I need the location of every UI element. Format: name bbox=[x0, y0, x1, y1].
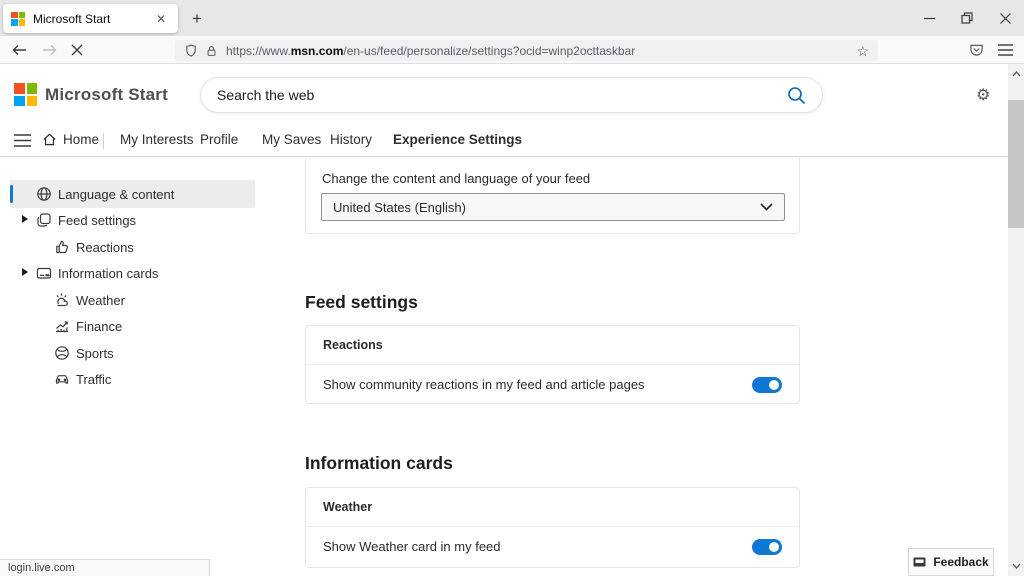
browser-menu-icon[interactable] bbox=[996, 41, 1014, 59]
pocket-icon[interactable] bbox=[967, 41, 985, 59]
scroll-up-icon[interactable] bbox=[1008, 66, 1024, 82]
status-bar-link: login.live.com bbox=[0, 559, 210, 576]
restore-button[interactable] bbox=[948, 0, 986, 36]
sidebar-item-traffic[interactable]: Traffic bbox=[10, 365, 255, 393]
globe-icon bbox=[36, 186, 52, 202]
tab-close-icon[interactable]: ✕ bbox=[152, 10, 170, 28]
weather-icon bbox=[54, 292, 70, 308]
reactions-toggle[interactable] bbox=[752, 376, 782, 393]
new-tab-button[interactable]: + bbox=[186, 8, 208, 30]
bookmark-star-icon[interactable]: ☆ bbox=[856, 44, 869, 58]
finance-icon bbox=[54, 318, 70, 334]
nav-item-profile[interactable]: Profile bbox=[200, 132, 238, 147]
msn-navigation: Home My Interests Profile My Saves Histo… bbox=[0, 125, 1008, 157]
page-scrollbar[interactable] bbox=[1008, 64, 1024, 576]
traffic-icon bbox=[54, 371, 70, 387]
chevron-down-icon bbox=[760, 203, 773, 211]
nav-item-my-saves[interactable]: My Saves bbox=[262, 132, 321, 147]
nav-item-home[interactable]: Home bbox=[42, 132, 99, 147]
feedback-button[interactable]: Feedback bbox=[908, 548, 994, 576]
microsoft-favicon-icon bbox=[11, 11, 25, 26]
language-dropdown[interactable]: United States (English) bbox=[321, 193, 785, 221]
toggle-knob bbox=[769, 379, 779, 390]
nav-item-my-interests[interactable]: My Interests bbox=[120, 132, 194, 147]
url-bar[interactable]: https://www.msn.com/en-us/feed/personali… bbox=[175, 40, 878, 61]
microsoft-logo-icon bbox=[14, 83, 37, 106]
close-window-button[interactable] bbox=[986, 0, 1024, 36]
msn-brand[interactable]: Microsoft Start bbox=[14, 83, 168, 106]
nav-hamburger-icon[interactable] bbox=[14, 134, 31, 147]
nav-item-experience-settings[interactable]: Experience Settings bbox=[393, 132, 522, 147]
language-label: Change the content and language of your … bbox=[322, 171, 591, 186]
scroll-down-icon[interactable] bbox=[1008, 558, 1024, 574]
sidebar-item-language-content[interactable]: Language & content bbox=[10, 180, 255, 208]
feedback-icon bbox=[913, 557, 926, 567]
brand-name: Microsoft Start bbox=[45, 84, 168, 104]
browser-window: Microsoft Start ✕ + https://www.msn.com/… bbox=[0, 0, 1024, 576]
cards-icon bbox=[36, 265, 52, 281]
reactions-card: Reactions Show community reactions in my… bbox=[305, 325, 800, 404]
language-card: Change the content and language of your … bbox=[305, 158, 800, 234]
expand-caret-icon[interactable] bbox=[22, 215, 28, 223]
weather-toggle-label: Show Weather card in my feed bbox=[323, 539, 501, 554]
browser-titlebar: Microsoft Start ✕ + bbox=[0, 0, 1024, 36]
tab-title: Microsoft Start bbox=[33, 11, 111, 26]
lock-icon[interactable] bbox=[205, 44, 218, 58]
weather-card-title: Weather bbox=[306, 488, 799, 527]
sports-icon bbox=[54, 345, 70, 361]
web-search-box[interactable] bbox=[200, 77, 823, 113]
url-text: https://www.msn.com/en-us/feed/personali… bbox=[226, 43, 636, 58]
language-dropdown-value: United States (English) bbox=[333, 199, 466, 215]
forward-button[interactable] bbox=[38, 39, 60, 61]
sidebar-item-weather[interactable]: Weather bbox=[10, 286, 255, 314]
sidebar-item-feed-settings[interactable]: Feed settings bbox=[10, 206, 255, 234]
scrollbar-thumb[interactable] bbox=[1008, 100, 1024, 228]
sidebar-item-reactions[interactable]: Reactions bbox=[10, 233, 255, 261]
reactions-card-title: Reactions bbox=[306, 326, 799, 365]
nav-item-history[interactable]: History bbox=[330, 132, 372, 147]
settings-gear-icon[interactable]: ⚙ bbox=[976, 85, 990, 105]
weather-toggle[interactable] bbox=[752, 538, 782, 555]
window-controls bbox=[910, 0, 1024, 36]
tracking-protection-shield-icon[interactable] bbox=[184, 43, 198, 58]
stop-button[interactable] bbox=[66, 39, 88, 61]
browser-tab[interactable]: Microsoft Start ✕ bbox=[3, 4, 178, 33]
search-icon[interactable] bbox=[787, 86, 806, 105]
sidebar-item-finance[interactable]: Finance bbox=[10, 312, 255, 340]
sidebar-item-information-cards[interactable]: Information cards bbox=[10, 259, 255, 287]
back-button[interactable] bbox=[8, 39, 30, 61]
sidebar-item-sports[interactable]: Sports bbox=[10, 339, 255, 367]
expand-caret-icon[interactable] bbox=[22, 268, 28, 276]
information-cards-heading: Information cards bbox=[305, 453, 453, 473]
toggle-knob bbox=[769, 541, 779, 552]
feed-settings-heading: Feed settings bbox=[305, 292, 418, 312]
reactions-toggle-label: Show community reactions in my feed and … bbox=[323, 377, 645, 392]
weather-card: Weather Show Weather card in my feed bbox=[305, 487, 800, 568]
thumbs-up-icon bbox=[54, 239, 70, 255]
search-input[interactable] bbox=[217, 87, 787, 103]
minimize-button[interactable] bbox=[910, 0, 948, 36]
home-icon bbox=[43, 133, 56, 146]
nav-divider bbox=[103, 133, 104, 149]
feed-icon bbox=[36, 212, 52, 228]
